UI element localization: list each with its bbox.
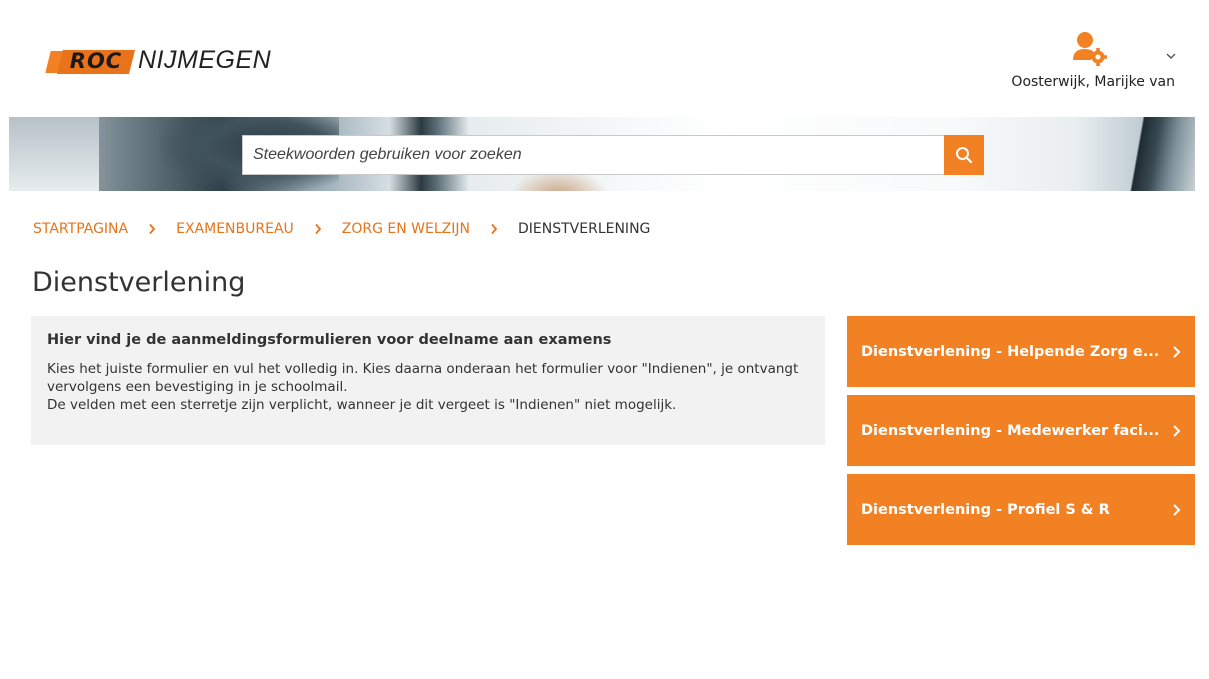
breadcrumb: STARTPAGINA EXAMENBUREAU ZORG EN WELZIJN… (33, 221, 650, 237)
tile-label: Dienstverlening - Profiel S & R (861, 501, 1110, 518)
chevron-right-icon (1173, 345, 1181, 358)
search-icon (956, 147, 973, 164)
logo-mark-text: ROC (69, 48, 123, 73)
logo-word: NIJMEGEN (138, 46, 272, 74)
breadcrumb-current: DIENSTVERLENING (518, 221, 651, 237)
chevron-right-icon (315, 223, 321, 235)
info-text: De velden met een sterretje zijn verplic… (47, 397, 677, 413)
chevron-right-icon (149, 223, 156, 235)
breadcrumb-zorg-en-welzijn[interactable]: ZORG EN WELZIJN (342, 221, 470, 237)
breadcrumb-startpagina[interactable]: STARTPAGINA (33, 221, 128, 237)
page-title: Dienstverlening (32, 267, 246, 298)
banner-image-part (1115, 117, 1195, 191)
tile-medewerker-facilitaire[interactable]: Dienstverlening - Medewerker faci... (847, 395, 1195, 466)
user-gear-icon (1073, 32, 1107, 66)
user-name: Oosterwijk, Marijke van (1011, 74, 1175, 90)
chevron-down-icon[interactable] (1165, 52, 1177, 60)
tile-label: Dienstverlening - Helpende Zorg e... (861, 343, 1160, 360)
logo-mark: ROC (45, 48, 135, 74)
tile-helpende-zorg[interactable]: Dienstverlening - Helpende Zorg e... (847, 316, 1195, 387)
chevron-right-icon (491, 223, 498, 235)
chevron-right-icon (1173, 503, 1181, 516)
chevron-right-icon (1173, 424, 1181, 437)
page: ROC NIJMEGEN Oosterwijk, Marijke van Ste… (0, 0, 1209, 679)
tile-profiel-s-en-r[interactable]: Dienstverlening - Profiel S & R (847, 474, 1195, 545)
search-bar (242, 135, 984, 175)
search-button[interactable] (944, 135, 984, 175)
banner-image-part (9, 117, 99, 191)
roc-nijmegen-logo[interactable]: ROC NIJMEGEN (45, 46, 272, 75)
search-input[interactable] (242, 135, 944, 175)
info-heading: Hier vind je de aanmeldingsformulieren v… (47, 332, 612, 348)
breadcrumb-examenbureau[interactable]: EXAMENBUREAU (176, 221, 294, 237)
info-text: Kies het juiste formulier en vul het vol… (47, 361, 799, 395)
tile-label: Dienstverlening - Medewerker faci... (861, 422, 1160, 439)
info-panel: Hier vind je de aanmeldingsformulieren v… (31, 316, 825, 445)
user-menu[interactable]: Oosterwijk, Marijke van (995, 30, 1177, 94)
